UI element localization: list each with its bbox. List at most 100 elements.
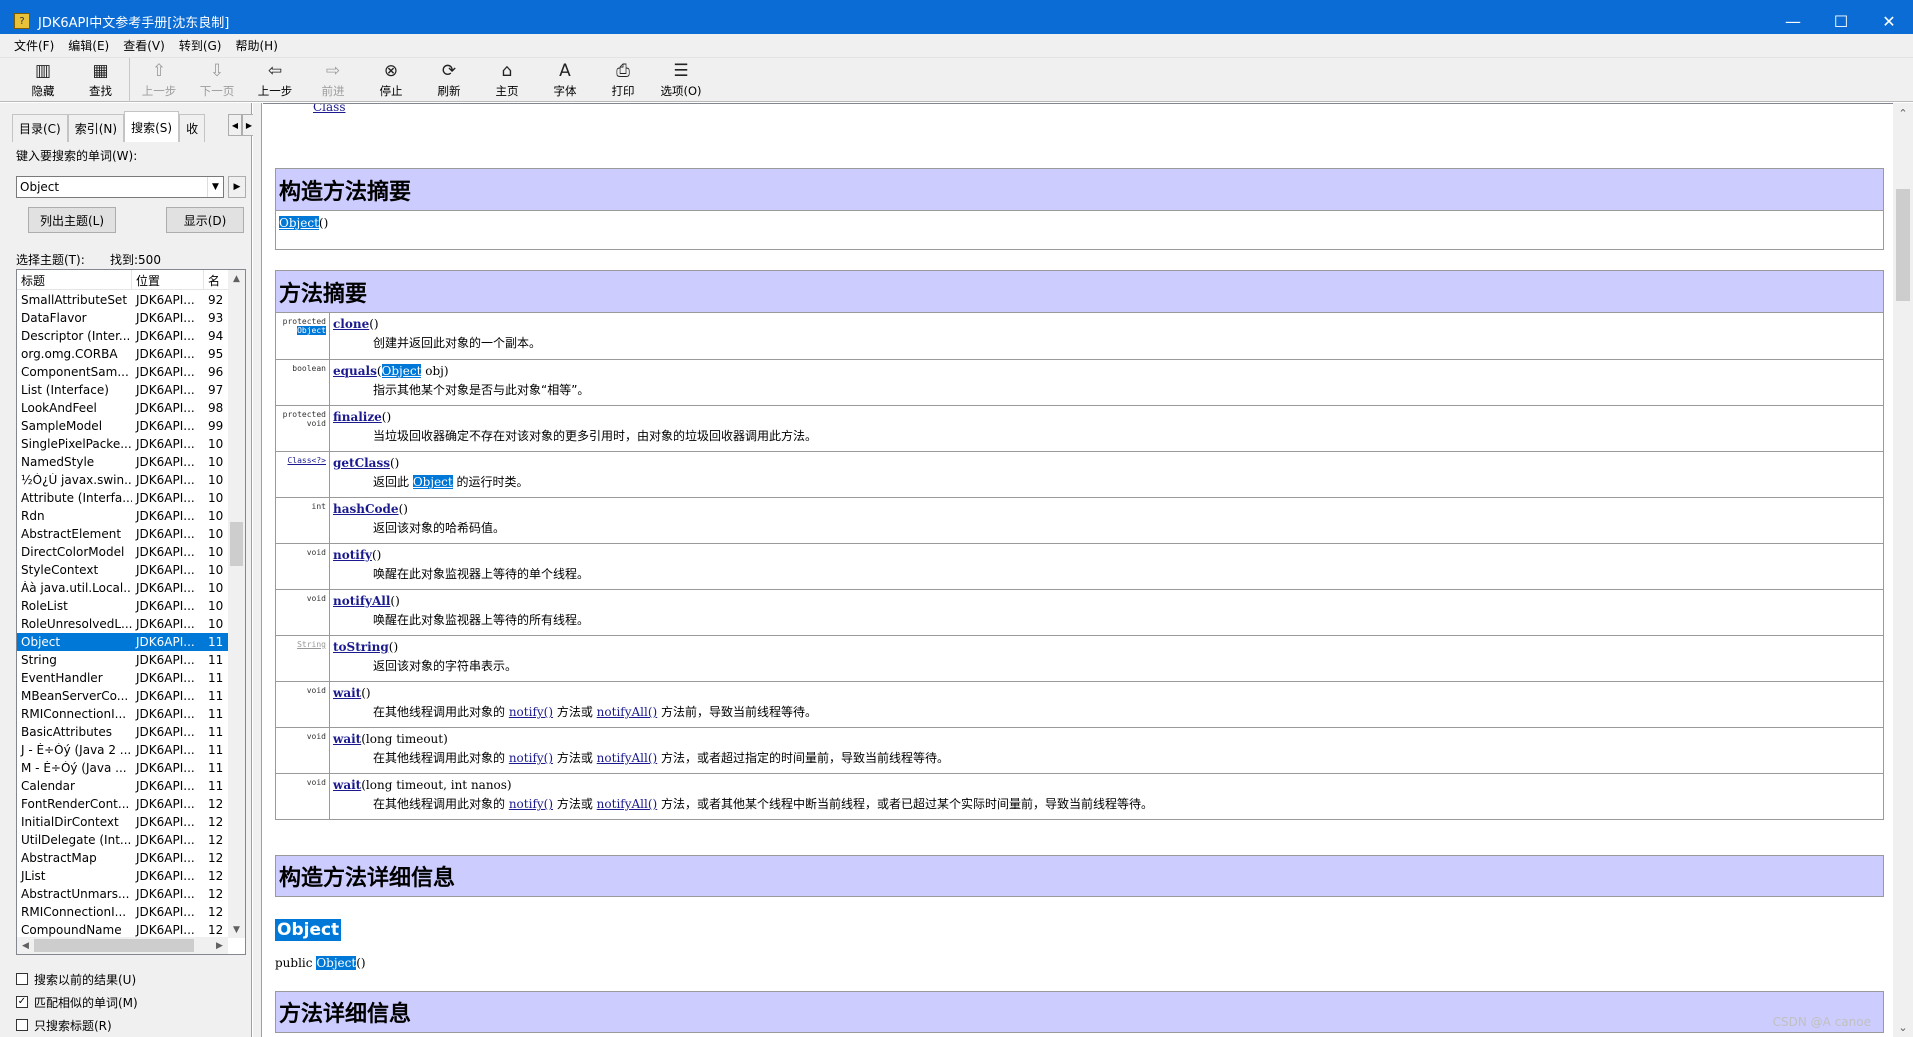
toolbar-button-print[interactable]: ⎙ 打印: [594, 58, 652, 102]
results-hscroll-thumb[interactable]: [34, 939, 194, 952]
display-button[interactable]: 显示(D): [166, 207, 244, 233]
scroll-left-icon[interactable]: ◀: [17, 937, 34, 954]
method-name-link[interactable]: wait: [333, 686, 361, 700]
toolbar-button-back[interactable]: ⇦ 上一步: [246, 58, 304, 102]
search-previous-checkbox[interactable]: 搜索以前的结果(U): [16, 970, 136, 988]
scroll-right-icon[interactable]: ▶: [211, 937, 228, 954]
checkbox-icon[interactable]: [16, 973, 28, 985]
result-row[interactable]: DirectColorModel JDK6API... 10: [17, 543, 229, 561]
result-row[interactable]: M - È÷Óý (Java ... JDK6API... 11: [17, 759, 229, 777]
search-dropdown-icon[interactable]: ▼: [207, 177, 223, 197]
description-part[interactable]: notify(): [509, 797, 553, 811]
description-part[interactable]: Object: [412, 475, 453, 489]
content-scroll-up-icon[interactable]: ⌃: [1893, 103, 1913, 123]
content-vscroll-thumb[interactable]: [1896, 189, 1910, 301]
method-name-link[interactable]: equals: [333, 364, 377, 378]
result-row[interactable]: Rdn JDK6API... 10: [17, 507, 229, 525]
scroll-down-icon[interactable]: ▼: [228, 921, 245, 938]
pane-splitter[interactable]: [253, 103, 262, 1037]
toolbar-button-forward[interactable]: ⇨ 前进: [304, 58, 362, 102]
result-row[interactable]: List (Interface) JDK6API... 97: [17, 381, 229, 399]
result-row[interactable]: ½Ó¿Ú javax.swin... JDK6API... 10: [17, 471, 229, 489]
toolbar-button-font[interactable]: A 字体: [536, 58, 594, 102]
description-part[interactable]: notifyAll(): [597, 751, 658, 765]
tab-favorites[interactable]: 收: [179, 114, 206, 142]
method-name-link[interactable]: toString: [333, 640, 389, 654]
search-go-icon[interactable]: ▶: [228, 176, 246, 198]
param-type-link[interactable]: Object: [381, 364, 422, 378]
result-row[interactable]: AbstractMap JDK6API... 12: [17, 849, 229, 867]
result-row[interactable]: BasicAttributes JDK6API... 11: [17, 723, 229, 741]
menu-view[interactable]: 查看(V): [123, 37, 165, 54]
toolbar-button-options[interactable]: ☰ 选项(O): [652, 58, 710, 102]
method-name-link[interactable]: getClass: [333, 456, 390, 470]
match-similar-checkbox[interactable]: ✓ 匹配相似的单词(M): [16, 993, 138, 1011]
result-row[interactable]: RoleUnresolvedL... JDK6API... 10: [17, 615, 229, 633]
result-row[interactable]: InitialDirContext JDK6API... 12: [17, 813, 229, 831]
method-name-link[interactable]: notify: [333, 548, 372, 562]
titles-only-checkbox[interactable]: 只搜索标题(R): [16, 1016, 112, 1034]
column-title[interactable]: 标题: [17, 270, 132, 290]
checkbox-icon[interactable]: [16, 1019, 28, 1031]
content-scroll-down-icon[interactable]: ⌄: [1893, 1017, 1913, 1037]
result-row[interactable]: ComponentSam... JDK6API... 96: [17, 363, 229, 381]
method-name-link[interactable]: clone: [333, 317, 369, 331]
method-name-link[interactable]: finalize: [333, 410, 382, 424]
method-name-link[interactable]: hashCode: [333, 502, 399, 516]
tab-search[interactable]: 搜索(S): [124, 111, 180, 142]
menu-goto[interactable]: 转到(G): [179, 37, 222, 54]
tab-left-arrow-icon[interactable]: ◀: [228, 114, 242, 136]
tab-contents[interactable]: 目录(C): [12, 114, 68, 142]
result-row[interactable]: NamedStyle JDK6API... 10: [17, 453, 229, 471]
menu-help[interactable]: 帮助(H): [235, 37, 277, 54]
result-row[interactable]: Calendar JDK6API... 11: [17, 777, 229, 795]
constructor-link[interactable]: Object: [279, 216, 319, 230]
result-row[interactable]: UtilDelegate (Int... JDK6API... 12: [17, 831, 229, 849]
description-part[interactable]: notifyAll(): [597, 705, 658, 719]
return-type-text[interactable]: Class<?>: [276, 456, 326, 465]
list-topics-button[interactable]: 列出主题(L): [28, 207, 116, 233]
result-row[interactable]: RMIConnectionI... JDK6API... 11: [17, 705, 229, 723]
method-name-link[interactable]: wait: [333, 732, 361, 746]
result-row[interactable]: J - È÷Óý (Java 2 ... JDK6API... 11: [17, 741, 229, 759]
result-row[interactable]: SampleModel JDK6API... 99: [17, 417, 229, 435]
toolbar-button-refresh[interactable]: ⟳ 刷新: [420, 58, 478, 102]
result-row[interactable]: AbstractElement JDK6API... 10: [17, 525, 229, 543]
result-row[interactable]: Descriptor (Inter... JDK6API... 94: [17, 327, 229, 345]
toolbar-button-hide[interactable]: ▥ 隐藏: [14, 58, 72, 102]
menu-edit[interactable]: 编辑(E): [68, 37, 109, 54]
results-hscroll[interactable]: ◀ ▶: [17, 937, 228, 954]
method-name-link[interactable]: wait: [333, 778, 361, 792]
column-location[interactable]: 位置: [132, 270, 204, 290]
toolbar-button-prev[interactable]: ⇧ 上一步: [130, 58, 188, 102]
result-row[interactable]: AbstractUnmars... JDK6API... 12: [17, 885, 229, 903]
scroll-up-icon[interactable]: ▲: [228, 270, 245, 287]
result-row[interactable]: Àà java.util.Local... JDK6API... 10: [17, 579, 229, 597]
result-row[interactable]: RMIConnectionI... JDK6API... 12: [17, 903, 229, 921]
result-row[interactable]: Object JDK6API... 11: [17, 633, 229, 651]
method-name-link[interactable]: notifyAll: [333, 594, 390, 608]
checkbox-icon[interactable]: ✓: [16, 996, 28, 1008]
search-input[interactable]: Object ▼: [16, 176, 224, 198]
result-row[interactable]: EventHandler JDK6API... 11: [17, 669, 229, 687]
menu-file[interactable]: 文件(F): [14, 37, 54, 54]
class-link[interactable]: Class: [313, 104, 346, 114]
description-part[interactable]: notify(): [509, 705, 553, 719]
result-row[interactable]: SmallAttributeSet JDK6API... 92: [17, 291, 229, 309]
result-row[interactable]: LookAndFeel JDK6API... 98: [17, 399, 229, 417]
return-type-text[interactable]: String: [276, 640, 326, 649]
result-row[interactable]: SinglePixelPacke... JDK6API... 10: [17, 435, 229, 453]
return-type-text[interactable]: Object: [297, 326, 326, 335]
results-vscroll[interactable]: ▲ ▼: [228, 270, 245, 938]
result-row[interactable]: RoleList JDK6API... 10: [17, 597, 229, 615]
toolbar-button-home[interactable]: ⌂ 主页: [478, 58, 536, 102]
description-part[interactable]: notify(): [509, 751, 553, 765]
result-row[interactable]: DataFlavor JDK6API... 93: [17, 309, 229, 327]
tab-index[interactable]: 索引(N): [67, 114, 125, 142]
result-row[interactable]: FontRenderCont... JDK6API... 12: [17, 795, 229, 813]
result-row[interactable]: Attribute (Interfa... JDK6API... 10: [17, 489, 229, 507]
toolbar-button-find[interactable]: ▦ 查找: [72, 58, 130, 102]
result-row[interactable]: StyleContext JDK6API... 10: [17, 561, 229, 579]
result-row[interactable]: MBeanServerCo... JDK6API... 11: [17, 687, 229, 705]
content-vscroll[interactable]: ⌃ ⌄: [1893, 103, 1913, 1037]
